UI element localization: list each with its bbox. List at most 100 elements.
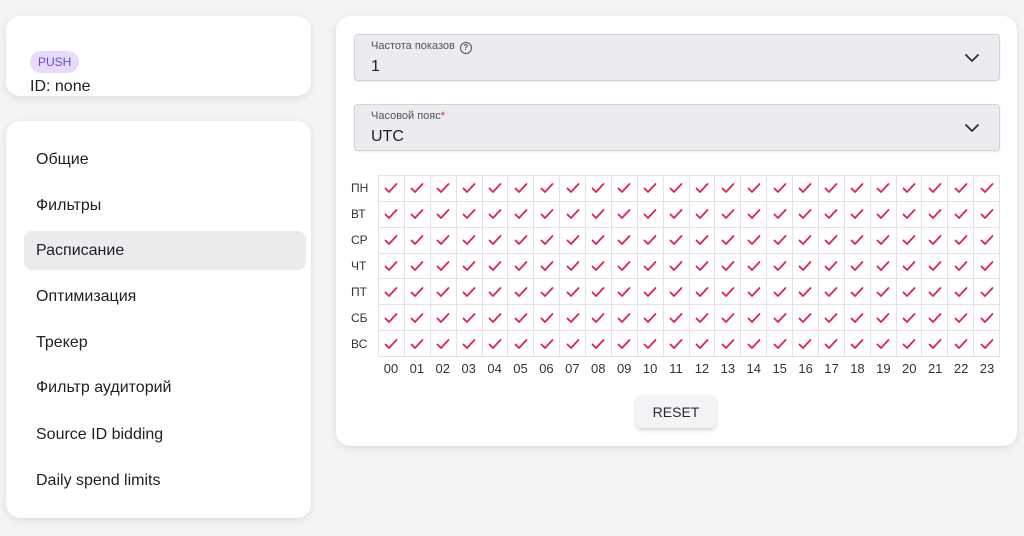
schedule-cell[interactable] bbox=[844, 227, 871, 254]
schedule-cell[interactable] bbox=[586, 253, 612, 280]
schedule-cell[interactable] bbox=[508, 227, 535, 254]
schedule-cell[interactable] bbox=[896, 227, 923, 254]
schedule-cell[interactable] bbox=[560, 279, 586, 306]
schedule-cell[interactable] bbox=[948, 227, 975, 254]
schedule-cell[interactable] bbox=[818, 201, 845, 228]
schedule-cell[interactable] bbox=[767, 227, 793, 254]
schedule-cell[interactable] bbox=[430, 176, 457, 202]
schedule-cell[interactable] bbox=[870, 253, 897, 280]
schedule-cell[interactable] bbox=[715, 279, 742, 306]
nav-item-audience-filter[interactable]: Фильтр аудиторий bbox=[24, 368, 306, 407]
schedule-cell[interactable] bbox=[922, 201, 949, 228]
schedule-cell[interactable] bbox=[456, 331, 483, 357]
schedule-cell[interactable] bbox=[637, 279, 664, 306]
nav-item-filters[interactable]: Фильтры bbox=[24, 186, 306, 225]
schedule-cell[interactable] bbox=[560, 253, 586, 280]
schedule-cell[interactable] bbox=[379, 253, 405, 280]
schedule-cell[interactable] bbox=[870, 176, 897, 202]
schedule-cell[interactable] bbox=[404, 279, 431, 306]
schedule-cell[interactable] bbox=[896, 201, 923, 228]
schedule-cell[interactable] bbox=[715, 253, 742, 280]
schedule-cell[interactable] bbox=[586, 227, 612, 254]
schedule-cell[interactable] bbox=[922, 305, 949, 332]
schedule-cell[interactable] bbox=[793, 176, 819, 202]
schedule-cell[interactable] bbox=[818, 305, 845, 332]
schedule-cell[interactable] bbox=[844, 305, 871, 332]
schedule-cell[interactable] bbox=[793, 305, 819, 332]
schedule-cell[interactable] bbox=[404, 253, 431, 280]
schedule-cell[interactable] bbox=[508, 279, 535, 306]
schedule-cell[interactable] bbox=[896, 331, 923, 357]
schedule-cell[interactable] bbox=[430, 305, 457, 332]
schedule-cell[interactable] bbox=[508, 176, 535, 202]
nav-item-daily-spend-limits[interactable]: Daily spend limits bbox=[24, 461, 306, 500]
schedule-cell[interactable] bbox=[793, 253, 819, 280]
schedule-cell[interactable] bbox=[508, 201, 535, 228]
schedule-cell[interactable] bbox=[741, 331, 768, 357]
schedule-cell[interactable] bbox=[793, 201, 819, 228]
schedule-cell[interactable] bbox=[663, 176, 690, 202]
schedule-cell[interactable] bbox=[715, 176, 742, 202]
schedule-cell[interactable] bbox=[663, 279, 690, 306]
schedule-cell[interactable] bbox=[741, 176, 768, 202]
schedule-cell[interactable] bbox=[456, 227, 483, 254]
schedule-cell[interactable] bbox=[508, 253, 535, 280]
schedule-cell[interactable] bbox=[379, 305, 405, 332]
schedule-cell[interactable] bbox=[430, 201, 457, 228]
schedule-cell[interactable] bbox=[974, 253, 1000, 280]
schedule-cell[interactable] bbox=[534, 279, 561, 306]
schedule-cell[interactable] bbox=[844, 331, 871, 357]
schedule-cell[interactable] bbox=[404, 227, 431, 254]
schedule-cell[interactable] bbox=[379, 279, 405, 306]
schedule-cell[interactable] bbox=[534, 253, 561, 280]
schedule-cell[interactable] bbox=[870, 279, 897, 306]
schedule-cell[interactable] bbox=[611, 201, 638, 228]
schedule-cell[interactable] bbox=[637, 176, 664, 202]
schedule-cell[interactable] bbox=[482, 279, 509, 306]
schedule-cell[interactable] bbox=[870, 201, 897, 228]
schedule-cell[interactable] bbox=[637, 227, 664, 254]
schedule-cell[interactable] bbox=[637, 253, 664, 280]
schedule-cell[interactable] bbox=[689, 176, 716, 202]
schedule-cell[interactable] bbox=[586, 176, 612, 202]
schedule-cell[interactable] bbox=[482, 176, 509, 202]
schedule-cell[interactable] bbox=[741, 279, 768, 306]
schedule-cell[interactable] bbox=[793, 331, 819, 357]
schedule-cell[interactable] bbox=[404, 305, 431, 332]
schedule-cell[interactable] bbox=[379, 331, 405, 357]
schedule-cell[interactable] bbox=[922, 331, 949, 357]
schedule-cell[interactable] bbox=[663, 331, 690, 357]
schedule-cell[interactable] bbox=[922, 227, 949, 254]
schedule-cell[interactable] bbox=[870, 227, 897, 254]
schedule-cell[interactable] bbox=[637, 331, 664, 357]
schedule-cell[interactable] bbox=[844, 253, 871, 280]
schedule-cell[interactable] bbox=[456, 201, 483, 228]
schedule-cell[interactable] bbox=[896, 279, 923, 306]
schedule-cell[interactable] bbox=[404, 201, 431, 228]
schedule-cell[interactable] bbox=[482, 331, 509, 357]
nav-item-general[interactable]: Общие bbox=[24, 140, 306, 179]
schedule-cell[interactable] bbox=[611, 227, 638, 254]
schedule-cell[interactable] bbox=[844, 201, 871, 228]
schedule-cell[interactable] bbox=[767, 201, 793, 228]
schedule-cell[interactable] bbox=[948, 305, 975, 332]
schedule-cell[interactable] bbox=[689, 227, 716, 254]
schedule-cell[interactable] bbox=[870, 331, 897, 357]
schedule-cell[interactable] bbox=[663, 305, 690, 332]
schedule-cell[interactable] bbox=[404, 331, 431, 357]
schedule-cell[interactable] bbox=[534, 305, 561, 332]
schedule-cell[interactable] bbox=[379, 201, 405, 228]
schedule-cell[interactable] bbox=[974, 201, 1000, 228]
timezone-select[interactable]: Часовой пояс* UTC bbox=[354, 104, 1000, 151]
schedule-cell[interactable] bbox=[896, 305, 923, 332]
schedule-cell[interactable] bbox=[689, 331, 716, 357]
schedule-cell[interactable] bbox=[767, 331, 793, 357]
schedule-cell[interactable] bbox=[715, 331, 742, 357]
schedule-cell[interactable] bbox=[637, 305, 664, 332]
schedule-cell[interactable] bbox=[689, 253, 716, 280]
schedule-cell[interactable] bbox=[379, 227, 405, 254]
schedule-cell[interactable] bbox=[663, 253, 690, 280]
question-circle-icon[interactable]: ? bbox=[459, 42, 472, 54]
schedule-cell[interactable] bbox=[560, 227, 586, 254]
schedule-cell[interactable] bbox=[844, 176, 871, 202]
